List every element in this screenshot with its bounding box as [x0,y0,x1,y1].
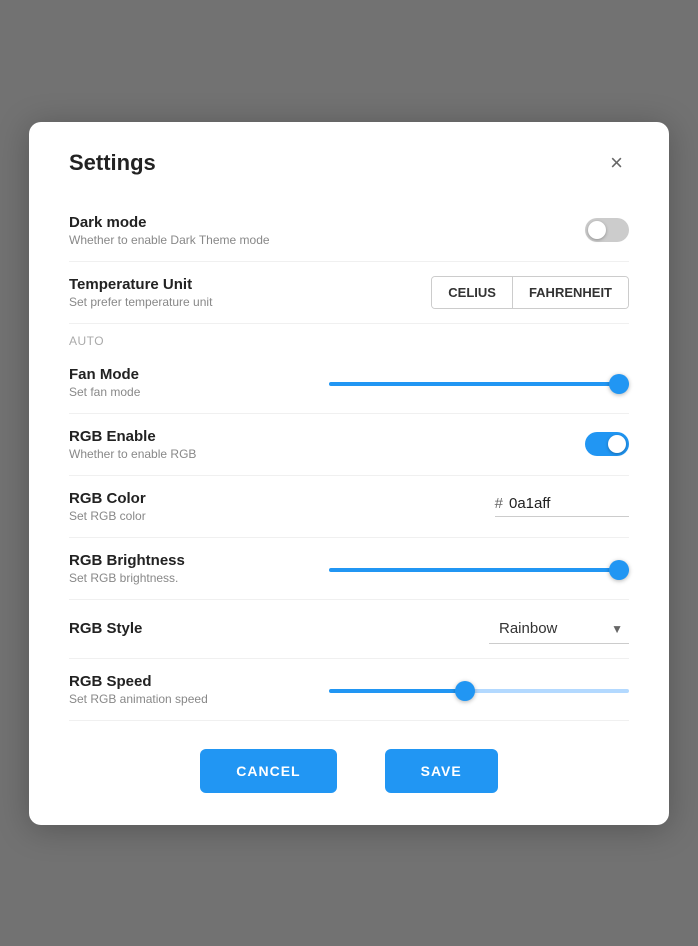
rgb-style-title: RGB Style [69,620,142,637]
dark-mode-description: Whether to enable Dark Theme mode [69,233,270,247]
rgb-color-input[interactable] [509,495,629,512]
rgb-color-description: Set RGB color [69,509,146,523]
modal-header: Settings × [69,150,629,176]
rgb-style-select-wrapper: Static Breathing Rainbow Color Cycle Mus… [489,614,629,644]
action-buttons: CANCEL SAVE [69,749,629,793]
rgb-speed-label: RGB Speed Set RGB animation speed [69,673,208,706]
fan-mode-label: Fan Mode Set fan mode [69,366,140,399]
hash-sign: # [495,495,503,512]
rgb-enable-track [585,432,629,456]
rgb-speed-title: RGB Speed [69,673,208,690]
rgb-brightness-row: RGB Brightness Set RGB brightness. [69,538,629,600]
dark-mode-title: Dark mode [69,214,270,231]
celius-button[interactable]: CELIUS [432,277,513,308]
temperature-unit-row: Temperature Unit Set prefer temperature … [69,262,629,324]
rgb-style-row: RGB Style Static Breathing Rainbow Color… [69,600,629,659]
rgb-speed-description: Set RGB animation speed [69,692,208,706]
fahrenheit-button[interactable]: FAHRENHEIT [513,277,628,308]
fan-mode-slider-container [329,373,629,391]
fan-mode-description: Set fan mode [69,385,140,399]
rgb-brightness-label: RGB Brightness Set RGB brightness. [69,552,185,585]
rgb-brightness-title: RGB Brightness [69,552,185,569]
temperature-unit-buttons: CELIUS FAHRENHEIT [431,276,629,309]
rgb-brightness-slider-container [329,559,629,577]
save-button[interactable]: SAVE [385,749,498,793]
fan-mode-slider[interactable] [329,382,629,386]
temperature-unit-title: Temperature Unit [69,276,212,293]
auto-section-label: AUTO [69,324,629,352]
rgb-color-title: RGB Color [69,490,146,507]
rgb-enable-toggle[interactable] [585,432,629,456]
fan-mode-row: Fan Mode Set fan mode [69,352,629,414]
rgb-color-input-row: # [495,495,629,517]
rgb-color-label: RGB Color Set RGB color [69,490,146,523]
rgb-style-select[interactable]: Static Breathing Rainbow Color Cycle Mus… [489,614,629,644]
rgb-enable-row: RGB Enable Whether to enable RGB [69,414,629,476]
close-button[interactable]: × [604,150,629,176]
fan-mode-title: Fan Mode [69,366,140,383]
rgb-enable-thumb [608,435,626,453]
rgb-brightness-description: Set RGB brightness. [69,571,185,585]
rgb-brightness-slider[interactable] [329,568,629,572]
dark-mode-track [585,218,629,242]
rgb-enable-title: RGB Enable [69,428,196,445]
temperature-unit-description: Set prefer temperature unit [69,295,212,309]
dark-mode-thumb [588,221,606,239]
dark-mode-toggle[interactable] [585,218,629,242]
cancel-button[interactable]: CANCEL [200,749,336,793]
rgb-enable-label: RGB Enable Whether to enable RGB [69,428,196,461]
dark-mode-row: Dark mode Whether to enable Dark Theme m… [69,200,629,262]
rgb-speed-row: RGB Speed Set RGB animation speed [69,659,629,721]
rgb-color-row: RGB Color Set RGB color # [69,476,629,538]
rgb-speed-slider-container [329,680,629,698]
rgb-style-label: RGB Style [69,620,142,637]
modal-title: Settings [69,150,156,176]
rgb-enable-description: Whether to enable RGB [69,447,196,461]
temperature-unit-label: Temperature Unit Set prefer temperature … [69,276,212,309]
dark-mode-label: Dark mode Whether to enable Dark Theme m… [69,214,270,247]
rgb-speed-slider[interactable] [329,689,629,693]
settings-modal: Settings × Dark mode Whether to enable D… [29,122,669,825]
